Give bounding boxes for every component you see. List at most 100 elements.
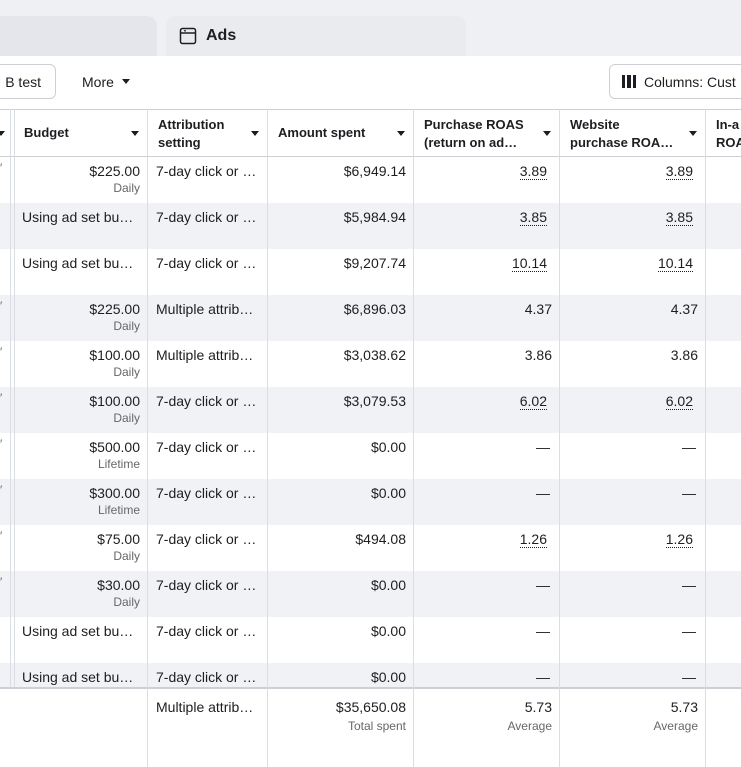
budget-cell[interactable]: $225.00 Daily [14, 157, 148, 203]
budget-type: Daily [113, 549, 140, 563]
table-row[interactable]: ′ $225.00 Daily Multiple attrib… $6,896.03 4.… [0, 295, 741, 341]
table-row[interactable]: ′ $100.00 Daily 7-day click or … $3,079.53 6.… [0, 387, 741, 433]
purchase-roas-value[interactable]: 3.89 [519, 163, 547, 180]
header-purchase-roas-line1: Purchase ROAS [424, 117, 524, 132]
sort-icon [543, 131, 551, 136]
amount-spent-value: $3,079.53 [343, 393, 406, 409]
more-label: More [82, 73, 114, 90]
header-budget[interactable]: Budget [14, 110, 148, 157]
header-website-purchase-roas[interactable]: Website purchase ROA… [560, 110, 706, 157]
attribution-cell[interactable]: 7-day click or … [148, 479, 268, 525]
sort-icon [131, 131, 139, 136]
header-purchase-roas-line2: (return on ad… [424, 135, 518, 150]
header-inapp-line1: In-a [716, 117, 740, 132]
budget-cell[interactable]: Using ad set bu… [14, 617, 148, 663]
table-row[interactable]: ′ $75.00 Daily 7-day click or … $494.08 1.26 1… [0, 525, 741, 571]
attribution-cell[interactable]: Multiple attrib… [148, 341, 268, 387]
website-roas-value[interactable]: 3.85 [665, 209, 693, 226]
website-roas-cell: 3.86 [560, 341, 706, 387]
attribution-cell[interactable]: 7-day click or … [148, 157, 268, 203]
budget-cell[interactable]: $30.00 Daily [14, 571, 148, 617]
table-row[interactable]: Using ad set bu… 7-day click or … $5,984.9… [0, 203, 741, 249]
header-attribution-line1: Attribution [158, 117, 225, 132]
purchase-roas-value[interactable]: 10.14 [511, 255, 547, 272]
website-roas-value[interactable]: 3.86 [671, 347, 698, 363]
purchase-roas-value[interactable]: 1.26 [519, 531, 547, 548]
table-row[interactable]: ′ $30.00 Daily 7-day click or … $0.00 — — [0, 571, 741, 617]
attribution-value: Multiple attrib… [156, 347, 254, 363]
budget-type: Lifetime [97, 457, 140, 471]
previous-column-cell: ′ [0, 387, 10, 433]
purchase-roas-value[interactable]: 3.86 [525, 347, 552, 363]
attribution-cell[interactable]: 7-day click or … [148, 525, 268, 571]
toolbar: B test More Columns: Cust [0, 56, 741, 110]
columns-button[interactable]: Columns: Cust [609, 64, 741, 99]
more-button[interactable]: More [72, 64, 140, 99]
budget-cell[interactable]: $300.00 Lifetime [14, 479, 148, 525]
budget-cell[interactable]: $75.00 Daily [14, 525, 148, 571]
table-row[interactable]: Using ad set bu… 7-day click or … $9,207.7… [0, 249, 741, 295]
truncated-edge-mark: ′ [0, 345, 3, 359]
amount-spent-cell: $3,079.53 [268, 387, 414, 433]
purchase-roas-value: — [536, 623, 550, 639]
attribution-cell[interactable]: 7-day click or … [148, 617, 268, 663]
purchase-roas-value: — [536, 439, 550, 455]
amount-spent-cell: $0.00 [268, 617, 414, 663]
website-roas-value[interactable]: 6.02 [665, 393, 693, 410]
budget-cell[interactable]: $500.00 Lifetime [14, 433, 148, 479]
purchase-roas-cell: 1.26 [414, 525, 560, 571]
truncated-edge-mark: ′ [0, 161, 3, 175]
header-previous-column[interactable] [0, 110, 14, 157]
header-purchase-roas[interactable]: Purchase ROAS (return on ad… [414, 110, 560, 157]
budget-cell[interactable]: $225.00 Daily [14, 295, 148, 341]
attribution-value: 7-day click or … [156, 531, 257, 547]
header-amount-spent[interactable]: Amount spent [268, 110, 414, 157]
website-roas-value[interactable]: 10.14 [657, 255, 693, 272]
previous-column-cell [0, 203, 10, 249]
website-roas-value[interactable]: 4.37 [671, 301, 698, 317]
header-inapp-roas[interactable]: In-a ROA [706, 110, 741, 157]
previous-column-cell: ′ [0, 525, 10, 571]
table-row[interactable]: ′ $500.00 Lifetime 7-day click or … $0.00 — — [0, 433, 741, 479]
previous-column-cell: ′ [0, 571, 10, 617]
attribution-cell[interactable]: 7-day click or … [148, 203, 268, 249]
website-roas-value[interactable]: 1.26 [665, 531, 693, 548]
purchase-roas-value[interactable]: 3.85 [519, 209, 547, 226]
previous-column-cell: ′ [0, 157, 10, 203]
attribution-value: 7-day click or … [156, 163, 257, 179]
purchase-roas-value[interactable]: 6.02 [519, 393, 547, 410]
attribution-cell[interactable]: 7-day click or … [148, 387, 268, 433]
budget-cell[interactable]: $100.00 Daily [14, 341, 148, 387]
truncated-edge-mark: ′ [0, 575, 3, 589]
attribution-value: Multiple attrib… [156, 301, 254, 317]
website-roas-cell: 10.14 [560, 249, 706, 295]
header-attribution-setting[interactable]: Attribution setting [148, 110, 268, 157]
truncated-edge-mark: ′ [0, 391, 3, 405]
purchase-roas-cell: 3.89 [414, 157, 560, 203]
table-row[interactable]: ′ $100.00 Daily Multiple attrib… $3,038.62 3.… [0, 341, 741, 387]
website-roas-value[interactable]: 3.89 [665, 163, 693, 180]
attribution-cell[interactable]: 7-day click or … [148, 433, 268, 479]
amount-spent-cell: $9,207.74 [268, 249, 414, 295]
budget-cell[interactable]: Using ad set bu… [14, 203, 148, 249]
table-row[interactable]: Using ad set bu… 7-day click or … $0.00 — — [0, 617, 741, 663]
tab-ad-sets[interactable] [0, 16, 157, 56]
budget-cell[interactable]: $100.00 Daily [14, 387, 148, 433]
footer-spent-value: $35,650.08 [335, 699, 406, 715]
amount-spent-value: $5,984.94 [343, 209, 406, 225]
ab-test-button[interactable]: B test [0, 64, 56, 99]
attribution-cell[interactable]: Multiple attrib… [148, 295, 268, 341]
budget-cell[interactable]: Using ad set bu… [14, 249, 148, 295]
attribution-value: 7-day click or … [156, 623, 257, 639]
budget-type: Daily [113, 365, 140, 379]
table-row[interactable]: ′ $300.00 Lifetime 7-day click or … $0.00 — — [0, 479, 741, 525]
tab-ads[interactable]: Ads [166, 16, 466, 56]
website-roas-cell: 3.85 [560, 203, 706, 249]
attribution-cell[interactable]: 7-day click or … [148, 249, 268, 295]
attribution-cell[interactable]: 7-day click or … [148, 571, 268, 617]
amount-spent-cell: $6,896.03 [268, 295, 414, 341]
footer-purchase-roas-value: 5.73 [524, 699, 552, 715]
table-row[interactable]: ′ $225.00 Daily 7-day click or … $6,949.14 3.… [0, 157, 741, 203]
footer-attribution-value: Multiple attrib… [156, 699, 254, 715]
purchase-roas-value[interactable]: 4.37 [525, 301, 552, 317]
